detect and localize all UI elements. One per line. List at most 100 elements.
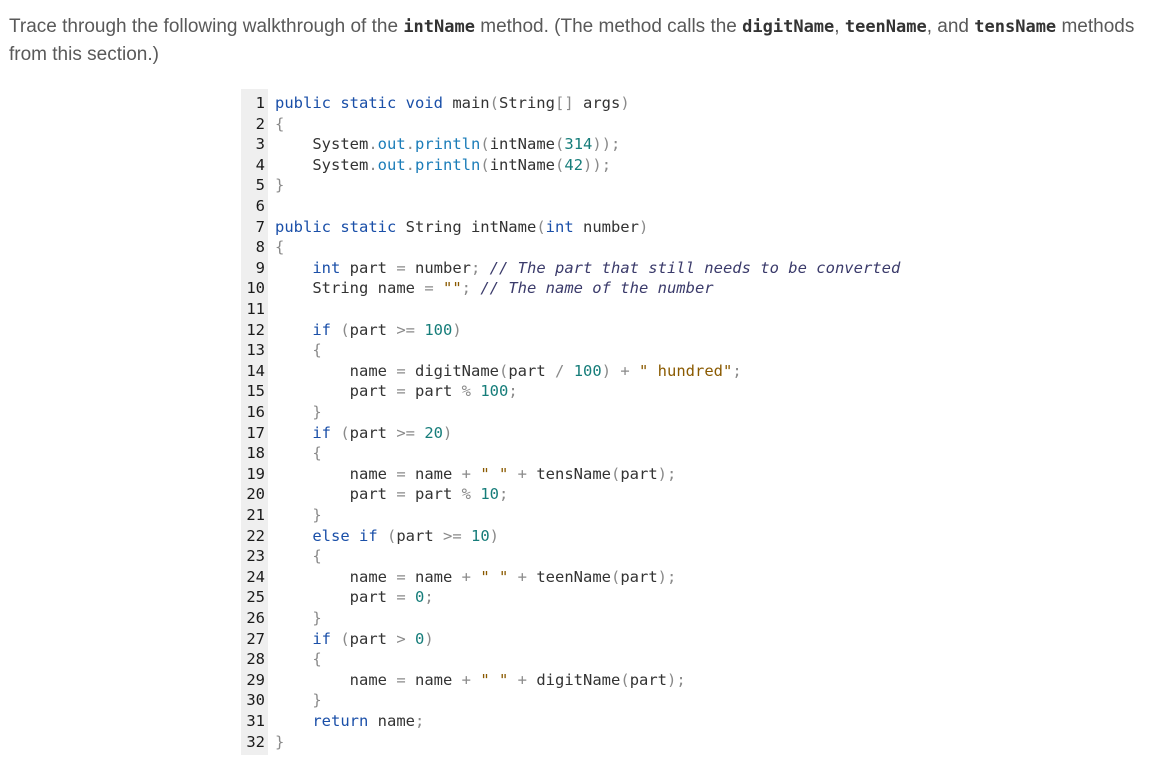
code-text: { [275, 114, 284, 135]
code-text: { [275, 546, 321, 567]
code-token: { [275, 650, 322, 669]
code-token: name [275, 464, 397, 483]
code-token: { [275, 341, 322, 360]
code-token: println [415, 135, 481, 154]
code-token: + [508, 464, 537, 483]
line-number: 27 [246, 629, 265, 648]
code-token: part [275, 588, 397, 607]
code-text: } [275, 690, 321, 711]
code-text: part = part % 100; [275, 381, 518, 402]
code-token: 20 [424, 423, 444, 442]
code-token: . [405, 155, 416, 174]
code-token: 0 [415, 588, 425, 607]
code-text: System.out.println(intName(314)); [275, 134, 620, 155]
code-line: 7 public static String intName(int number… [241, 217, 921, 238]
code-text: public static void main(String[] args) [275, 93, 630, 114]
code-token: part [349, 423, 397, 442]
code-token: intName [489, 155, 556, 174]
code-line: 21 } [241, 505, 921, 526]
code-token: " hundred" [639, 361, 733, 380]
code-token: ( [499, 361, 509, 380]
code-text: System.out.println(intName(42)); [275, 155, 611, 176]
code-line: 31 return name; [241, 711, 921, 732]
code-token: ) [443, 423, 453, 442]
code-token: " " [480, 464, 509, 483]
code-token: name [275, 361, 397, 380]
code-token: name [415, 464, 462, 483]
line-number: 31 [246, 712, 265, 730]
code-token: + [461, 670, 481, 689]
code-token: { [275, 114, 285, 133]
code-text: name = name + " " + teenName(part); [275, 567, 677, 588]
line-number: 10 [246, 279, 265, 298]
code-line: 8{ [241, 237, 921, 258]
instructions-text: , and [926, 16, 975, 37]
code-token: >= [396, 423, 425, 442]
code-token: 10 [471, 526, 490, 545]
code-token: 10 [480, 485, 500, 504]
code-token: return [275, 712, 378, 730]
code-token: ) [638, 217, 649, 236]
code-line: 18 { [241, 443, 921, 464]
code-line: 9 int part = number; // The part that st… [241, 258, 921, 279]
code-token: part [620, 567, 658, 586]
code-token: % [461, 485, 481, 504]
code-token: + [508, 567, 537, 586]
code-token: ; [414, 712, 425, 730]
line-number: 29 [246, 670, 265, 689]
line-number: 4 [255, 155, 265, 174]
code-token: 42 [564, 155, 584, 174]
line-number: 8 [255, 238, 265, 257]
code-token: " " [480, 670, 509, 689]
code-line: 15 part = part % 100; [241, 381, 921, 402]
code-token: name [377, 712, 415, 730]
line-number: 13 [246, 341, 265, 360]
code-text: } [275, 608, 321, 629]
code-token: >= [396, 320, 425, 339]
code-token: 100 [424, 320, 453, 339]
code-text: } [275, 175, 284, 196]
code-token: else if [275, 526, 387, 545]
code-token: + [508, 670, 537, 689]
code-token: public static [275, 217, 406, 236]
code-token: ( [620, 670, 630, 689]
code-token: ( [611, 567, 621, 586]
code-line: 29 name = name + " " + digitName(part); [241, 670, 921, 691]
code-token: part [349, 629, 397, 648]
code-token: ( [555, 135, 565, 154]
code-token: + [461, 567, 481, 586]
code-text: { [275, 340, 322, 361]
line-number: 2 [255, 114, 265, 133]
code-token: part [275, 485, 397, 504]
line-number: 19 [246, 464, 265, 483]
code-line: 3 System.out.println(intName(314)); [241, 134, 921, 155]
code-token: part [508, 361, 556, 380]
code-text: { [275, 649, 322, 670]
code-token: = [396, 361, 415, 380]
code-line: 16 } [241, 402, 921, 423]
code-token: public static void [275, 94, 453, 112]
code-token: tensName [536, 464, 611, 483]
code-text: } [275, 505, 321, 526]
method-name-digitname: digitName [742, 17, 835, 37]
code-token: > [396, 629, 416, 648]
code-token: . [368, 135, 378, 154]
code-token: = [396, 258, 415, 277]
code-token: ) [424, 629, 434, 648]
instructions-text: Trace through the following walkthrough … [9, 16, 404, 37]
code-token: ( [480, 155, 490, 174]
code-text: int part = number; // The part that stil… [275, 258, 900, 279]
method-name-intname: intName [403, 17, 475, 37]
code-token: "" [442, 279, 462, 298]
code-text: name = name + " " + digitName(part); [275, 670, 686, 691]
code-token: main [452, 94, 490, 112]
line-number: 16 [246, 403, 265, 421]
code-token: )); [592, 135, 621, 154]
code-token: + [461, 464, 481, 483]
code-line: 23 { [241, 546, 921, 567]
code-text: if (part >= 100) [275, 320, 461, 341]
line-number: 30 [246, 691, 265, 710]
code-line: 12 if (part >= 100) [241, 320, 921, 341]
code-token: = [396, 382, 415, 401]
code-token: ) [489, 526, 500, 545]
